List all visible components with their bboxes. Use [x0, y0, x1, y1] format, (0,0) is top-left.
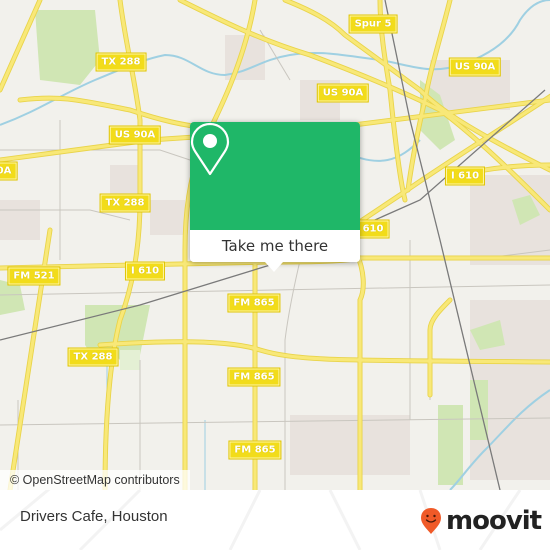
footer: Drivers Cafe, Houston moovit [0, 490, 550, 550]
route-shield-i-610: I 610 [124, 261, 166, 281]
route-shield-tx-288: TX 288 [67, 347, 119, 367]
route-shield-fm-865: FM 865 [227, 293, 281, 313]
route-shield-tx-288: TX 288 [99, 193, 151, 213]
route-shield-fm-865: FM 865 [228, 440, 282, 460]
route-shield-us-90a: US 90A [108, 125, 162, 145]
route-shield-us-90a: US 90A [316, 83, 370, 103]
route-shield-spur-5: Spur 5 [348, 14, 398, 34]
map-pin-icon [190, 122, 230, 176]
route-shield-i-610: I 610 [444, 166, 486, 186]
take-me-there-button[interactable]: Take me there [190, 230, 360, 262]
location-popup: Take me there [190, 122, 360, 272]
route-shield-tx-288: TX 288 [95, 52, 147, 72]
route-shield-us-90a: 0A [0, 161, 18, 181]
map-attribution[interactable]: © OpenStreetMap contributors [0, 470, 190, 490]
moovit-pin-icon [421, 508, 441, 534]
route-shield-us-90a: US 90A [448, 57, 502, 77]
map[interactable]: Spur 5 TX 288 US 90A US 90A US 90A 0A TX… [0, 0, 550, 490]
moovit-logo[interactable]: moovit [420, 503, 542, 539]
route-shield-i-610: 610 [356, 219, 390, 239]
place-name: Drivers Cafe, Houston [20, 508, 168, 525]
route-shield-fm-521: FM 521 [7, 266, 61, 286]
popup-pointer [265, 262, 283, 272]
moovit-wordmark: moovit [446, 506, 542, 536]
popup-header[interactable] [190, 122, 360, 230]
route-shield-fm-865: FM 865 [227, 367, 281, 387]
